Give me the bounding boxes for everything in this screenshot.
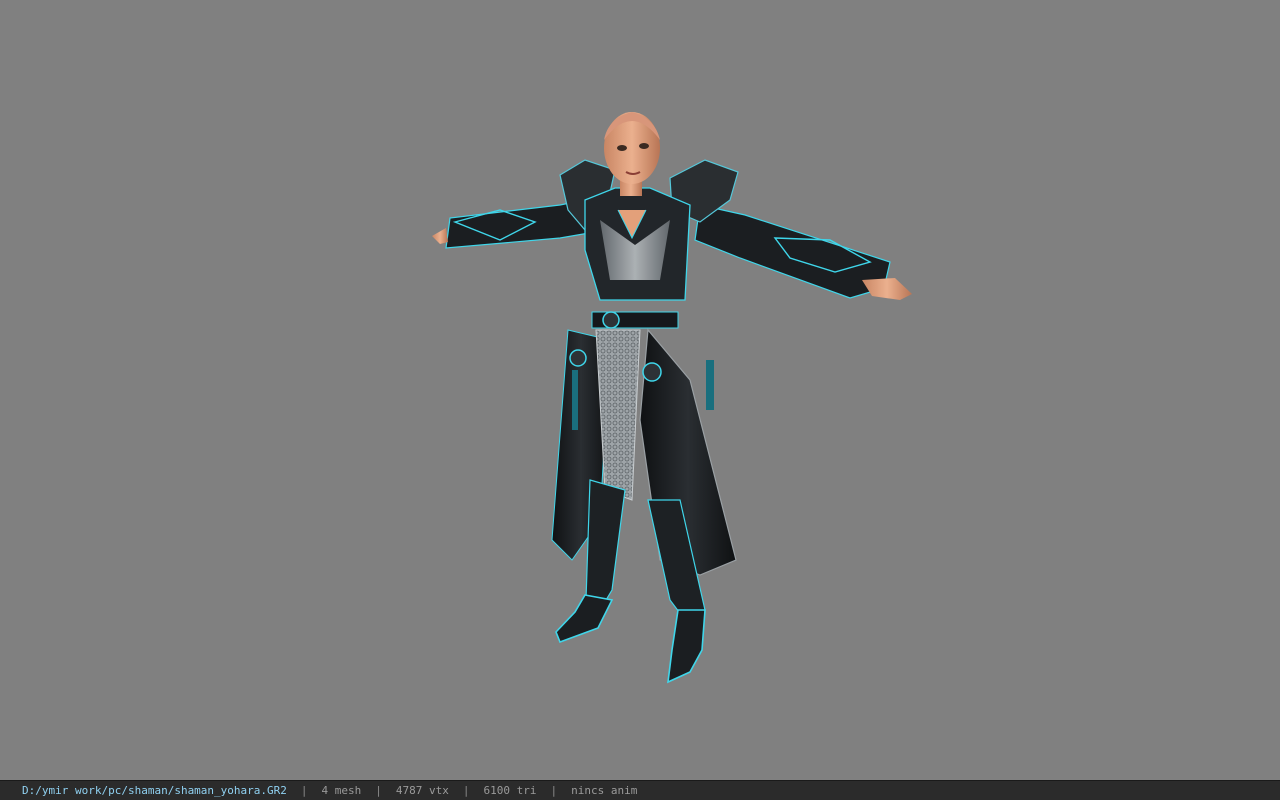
status-separator: | (462, 784, 470, 797)
status-separator: | (550, 784, 558, 797)
right-hand (862, 278, 912, 300)
mesh-count-label: 4 mesh (321, 784, 362, 797)
left-hand (432, 228, 448, 244)
character-model-icon[interactable] (0, 0, 1280, 780)
left-boot (555, 594, 614, 644)
vertex-count-label: 4787 vtx (395, 784, 449, 797)
status-bar: D:/ymir work/pc/shaman/shaman_yohara.GR2… (0, 780, 1280, 800)
left-leg (585, 479, 626, 611)
3d-viewport[interactable] (0, 0, 1280, 780)
animation-status-label: nincs anim (571, 784, 638, 797)
right-boot (667, 609, 706, 684)
triangle-count-label: 6100 tri (483, 784, 537, 797)
file-path-label: D:/ymir work/pc/shaman/shaman_yohara.GR2 (22, 784, 287, 797)
status-separator: | (375, 784, 382, 797)
status-separator: | (300, 784, 308, 797)
right-sleeve (694, 204, 891, 299)
